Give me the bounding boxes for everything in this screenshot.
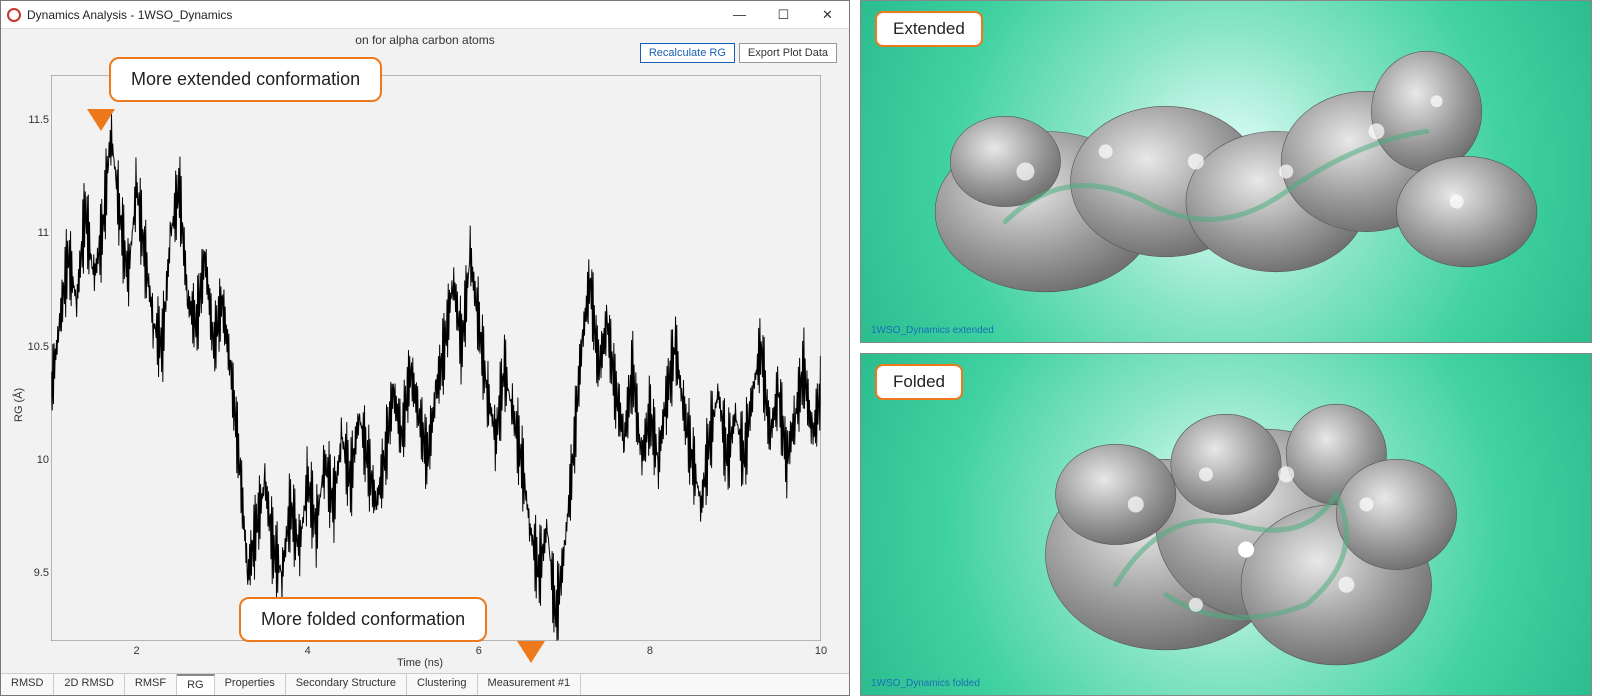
folded-arrow-icon xyxy=(517,641,545,663)
extended-conformation-callout: More extended conformation xyxy=(109,57,382,102)
analysis-tabs: RMSD2D RMSDRMSFRGPropertiesSecondary Str… xyxy=(1,673,849,695)
y-tick: 10.5 xyxy=(23,341,49,353)
extended-arrow-icon xyxy=(87,109,115,131)
chart-action-bar: Recalculate RG Export Plot Data xyxy=(640,43,837,63)
conformation-previews: Extended xyxy=(860,0,1600,696)
extended-caption: 1WSO_Dynamics extended xyxy=(871,325,994,336)
folded-caption: 1WSO_Dynamics folded xyxy=(871,678,980,689)
tab-secondary-structure[interactable]: Secondary Structure xyxy=(286,674,407,695)
rg-plot[interactable]: More extended conformation More folded c… xyxy=(9,67,831,669)
tab-rg[interactable]: RG xyxy=(177,674,215,695)
tab-measurement-1[interactable]: Measurement #1 xyxy=(478,674,582,695)
x-tick: 8 xyxy=(647,645,653,657)
folded-label: Folded xyxy=(875,364,963,400)
x-tick: 4 xyxy=(305,645,311,657)
y-tick: 11 xyxy=(23,227,49,239)
app-icon xyxy=(7,8,21,22)
y-tick: 9.5 xyxy=(23,567,49,579)
y-tick: 11.5 xyxy=(23,114,49,126)
x-tick: 10 xyxy=(815,645,827,657)
extended-molecule-surface xyxy=(861,1,1591,342)
extended-label: Extended xyxy=(875,11,983,47)
titlebar: Dynamics Analysis - 1WSO_Dynamics — ☐ ✕ xyxy=(1,1,849,29)
tab-rmsf[interactable]: RMSF xyxy=(125,674,177,695)
tab-2d-rmsd[interactable]: 2D RMSD xyxy=(54,674,125,695)
folded-molecule-surface xyxy=(861,354,1591,695)
minimize-button[interactable]: — xyxy=(717,1,761,29)
recalculate-rg-button[interactable]: Recalculate RG xyxy=(640,43,735,63)
window-title: Dynamics Analysis - 1WSO_Dynamics xyxy=(27,8,232,22)
y-tick: 10 xyxy=(23,454,49,466)
tab-clustering[interactable]: Clustering xyxy=(407,674,478,695)
extended-molecule-panel[interactable]: Extended xyxy=(860,0,1592,343)
y-axis-label: RG (Å) xyxy=(13,388,25,422)
x-tick: 2 xyxy=(133,645,139,657)
tab-properties[interactable]: Properties xyxy=(215,674,286,695)
rg-trace-line xyxy=(51,75,821,641)
x-axis-label: Time (ns) xyxy=(397,657,443,669)
tab-rmsd[interactable]: RMSD xyxy=(1,674,54,695)
close-button[interactable]: ✕ xyxy=(805,1,849,29)
export-plot-data-button[interactable]: Export Plot Data xyxy=(739,43,837,63)
maximize-button[interactable]: ☐ xyxy=(761,1,805,29)
folded-conformation-callout: More folded conformation xyxy=(239,597,487,642)
folded-molecule-panel[interactable]: Folded 1WSO_Dynamics folded xyxy=(860,353,1592,696)
x-tick: 6 xyxy=(476,645,482,657)
dynamics-analysis-window: Dynamics Analysis - 1WSO_Dynamics — ☐ ✕ … xyxy=(0,0,850,696)
plot-canvas xyxy=(51,75,821,641)
